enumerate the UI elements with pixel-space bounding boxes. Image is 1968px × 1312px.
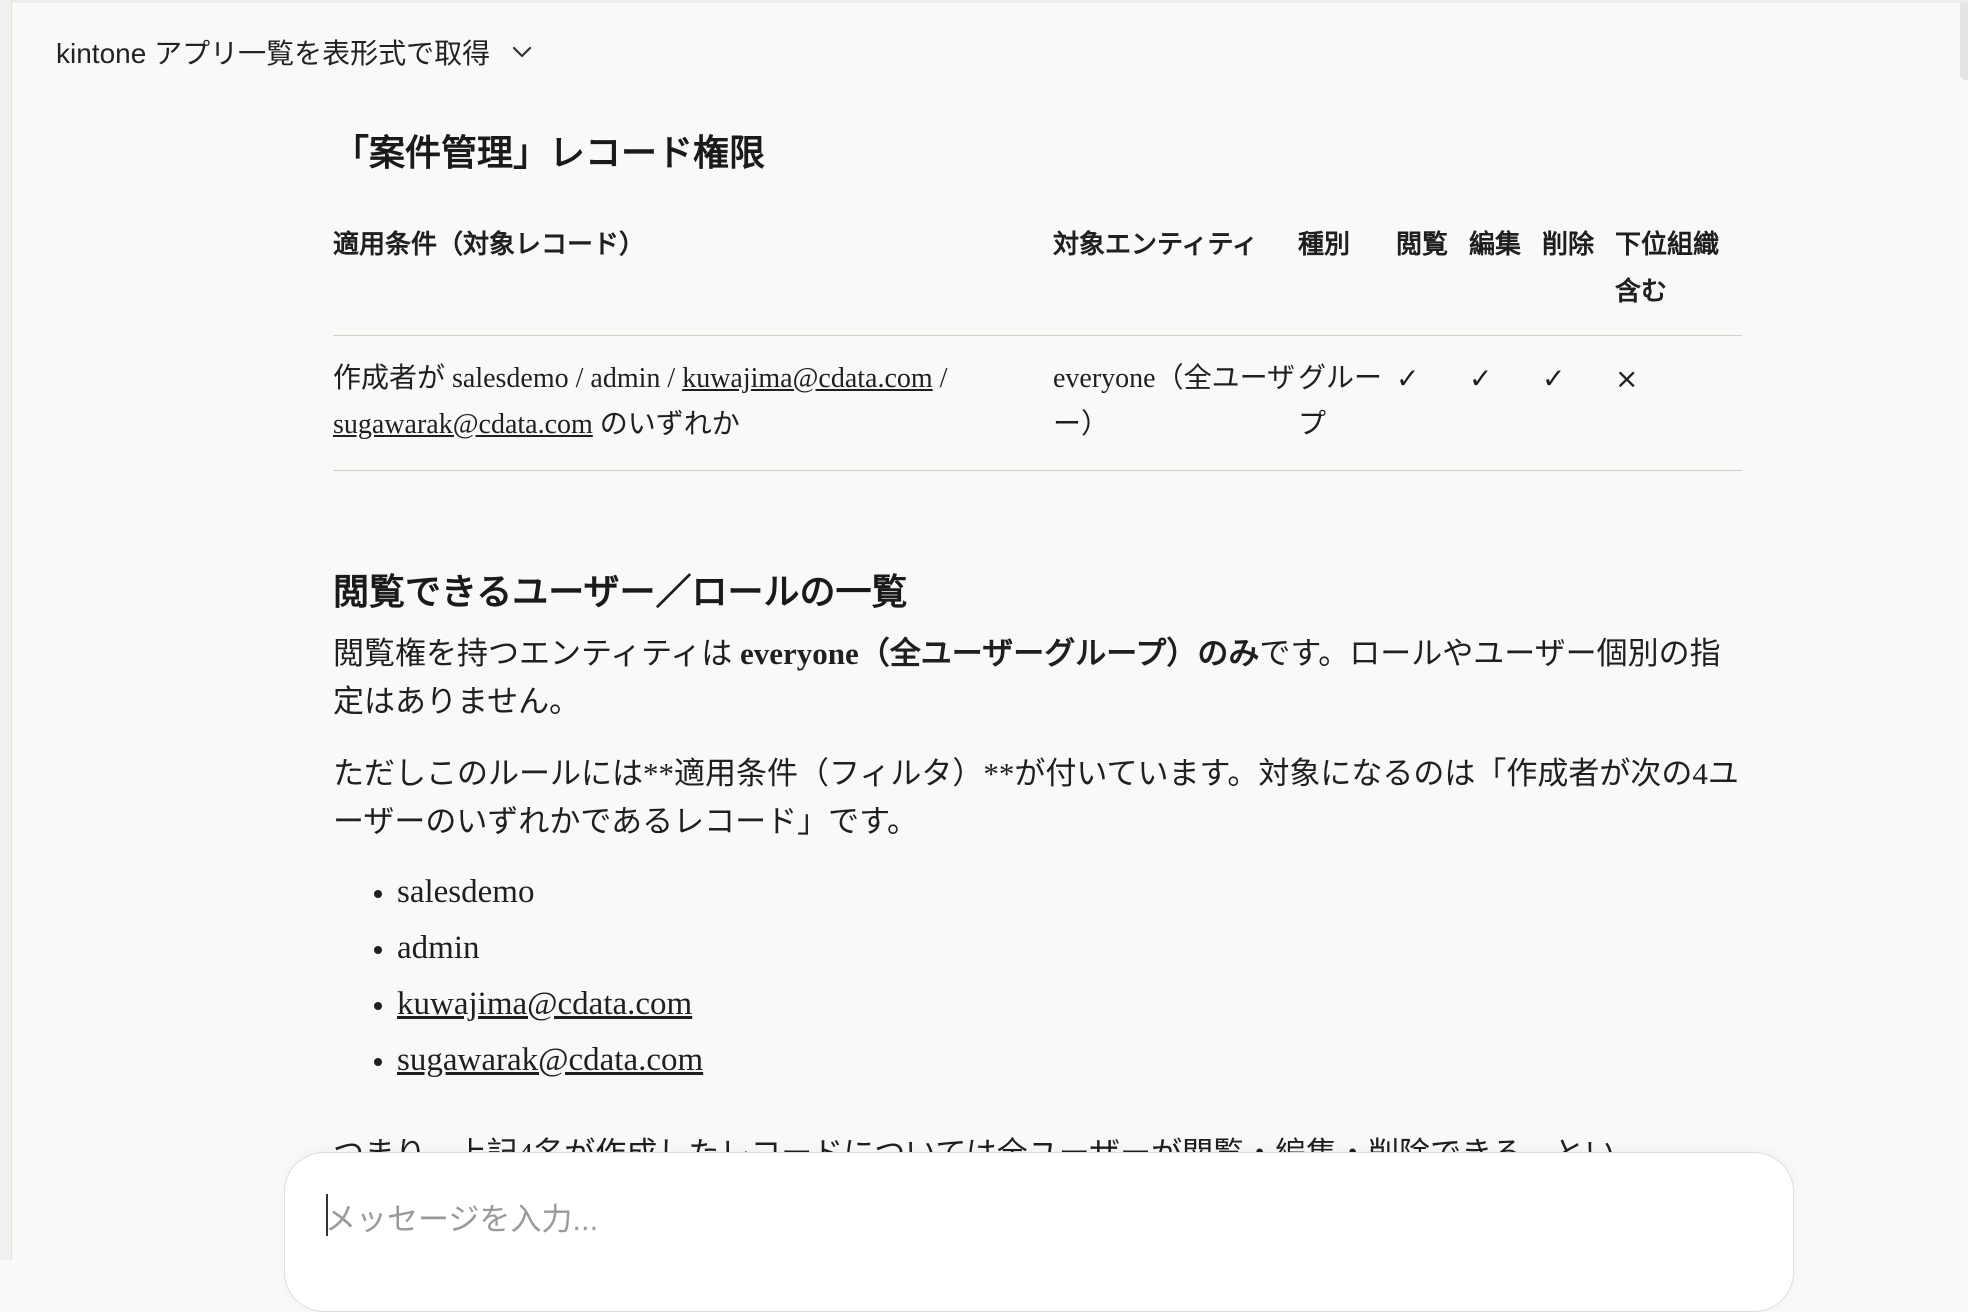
cell-include-sub-cross: × [1615, 335, 1742, 471]
condition-prefix: 作成者が salesdemo / admin / [333, 362, 683, 394]
message-composer [284, 1152, 1794, 1312]
email-link[interactable]: sugawarak@cdata.com [397, 1042, 703, 1078]
col-include-sub: 下位組織含む [1615, 220, 1742, 336]
chat-title: kintone アプリ一覧を表形式で取得 [56, 37, 491, 69]
table-header-row: 適用条件（対象レコード） 対象エンティティ 種別 閲覧 編集 削除 下位組織含む [333, 220, 1742, 336]
cell-condition: 作成者が salesdemo / admin / kuwajima@cdata.… [333, 335, 1053, 471]
cell-delete-check: ✓ [1542, 335, 1615, 471]
viewers-paragraph-1: 閲覧権を持つエンティティは everyone（全ユーザーグループ）のみです。ロー… [333, 630, 1743, 726]
user-list: salesdemo admin kuwajima@cdata.com sugaw… [333, 864, 1743, 1088]
list-item: kuwajima@cdata.com [397, 976, 1743, 1032]
p1-bold: everyone（全ユーザーグループ）のみ [740, 635, 1260, 671]
col-entity: 対象エンティティ [1053, 220, 1298, 336]
list-item: salesdemo [397, 864, 1743, 920]
record-permission-table: 適用条件（対象レコード） 対象エンティティ 種別 閲覧 編集 削除 下位組織含む… [333, 220, 1742, 471]
email-link[interactable]: kuwajima@cdata.com [397, 986, 692, 1022]
col-view: 閲覧 [1396, 220, 1469, 336]
email-link-sugawarak[interactable]: sugawarak@cdata.com [333, 409, 593, 440]
condition-separator: / [932, 362, 948, 394]
chat-title-menu[interactable]: kintone アプリ一覧を表形式で取得 [56, 32, 532, 72]
list-item: sugawarak@cdata.com [397, 1032, 1743, 1088]
message-input[interactable] [325, 1195, 1725, 1245]
viewers-heading: 閲覧できるユーザー／ロールの一覧 [333, 570, 908, 612]
sidebar-edge [0, 0, 12, 1260]
text-caret [326, 1194, 328, 1236]
cell-type: グループ [1298, 335, 1396, 471]
cell-edit-check: ✓ [1469, 335, 1542, 471]
top-bar: kintone アプリ一覧を表形式で取得 [12, 0, 1968, 100]
chevron-down-icon[interactable] [512, 45, 532, 59]
p1-prefix: 閲覧権を持つエンティティは [333, 635, 741, 671]
col-type: 種別 [1298, 220, 1396, 336]
cell-view-check: ✓ [1396, 335, 1469, 471]
col-delete: 削除 [1542, 220, 1615, 336]
col-edit: 編集 [1469, 220, 1542, 336]
list-item: admin [397, 920, 1743, 976]
email-link-kuwajima[interactable]: kuwajima@cdata.com [682, 363, 932, 394]
record-permission-heading: 「案件管理」レコード権限 [333, 132, 766, 173]
cell-entity: everyone（全ユーザー） [1053, 335, 1298, 471]
viewers-section: 閲覧できるユーザー／ロールの一覧 閲覧権を持つエンティティは everyone（… [333, 569, 1743, 1088]
viewers-paragraph-2: ただしこのルールには**適用条件（フィルタ）**が付いています。対象になるのは「… [333, 755, 1739, 839]
col-condition: 適用条件（対象レコード） [333, 220, 1053, 336]
table-row: 作成者が salesdemo / admin / kuwajima@cdata.… [333, 335, 1742, 471]
message-content: 「案件管理」レコード権限 適用条件（対象レコード） 対象エンティティ 種別 閲覧… [333, 130, 1743, 1088]
condition-suffix: のいずれか [592, 408, 740, 440]
